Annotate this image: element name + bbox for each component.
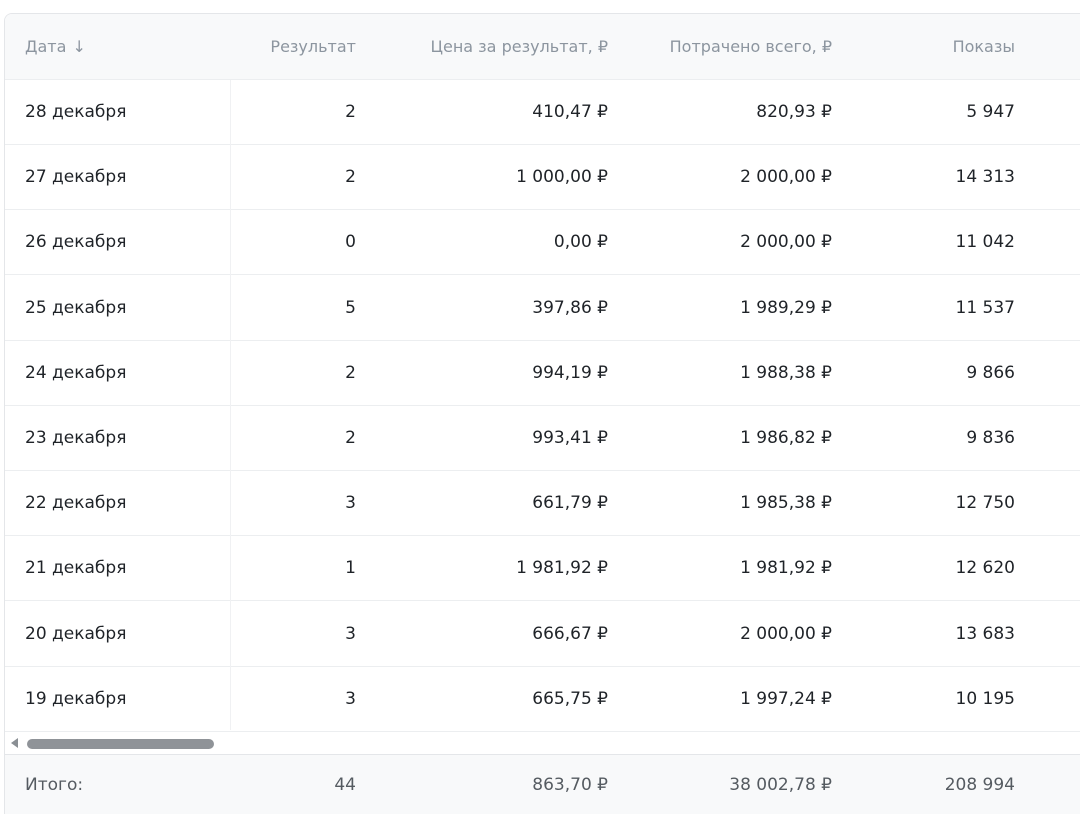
cell-shows: 5 947 [966,102,1015,122]
cell-shows: 11 537 [955,297,1015,318]
cell-result: 3 [345,493,356,514]
cell-shows: 10 195 [955,688,1015,709]
totals-result: 44 [334,775,356,795]
cell-price: 994,19 ₽ [532,362,608,383]
scroll-thumb[interactable] [27,739,214,749]
column-header-price[interactable]: Цена за результат, ₽ [431,14,608,79]
cell-result: 2 [345,428,356,448]
column-header-spent[interactable]: Потрачено всего, ₽ [670,14,832,79]
stats-table: Дата ↓ Результат Цена за результат, ₽ По… [4,13,1080,814]
cell-date: 24 декабря [25,362,127,383]
totals-label: Итого: [25,775,84,795]
table-row: 28 декабря 2 410,47 ₽ 820,93 ₽ 5 947 [5,80,1080,145]
cell-spent: 820,93 ₽ [756,102,832,122]
cell-result: 2 [345,362,356,383]
cell-date: 26 декабря [25,232,127,253]
cell-price: 1 000,00 ₽ [516,167,608,188]
cell-shows: 12 750 [955,493,1015,514]
cell-shows: 9 866 [966,362,1015,383]
table-row: 20 декабря 3 666,67 ₽ 2 000,00 ₽ 13 683 [5,602,1080,667]
cell-price: 665,75 ₽ [532,688,608,709]
cell-date: 19 декабря [25,688,127,709]
cell-date: 25 декабря [25,297,127,318]
cell-result: 5 [345,297,356,318]
cell-date: 27 декабря [25,167,127,188]
cell-spent: 2 000,00 ₽ [740,232,832,253]
table-row: 23 декабря 2 993,41 ₽ 1 986,82 ₽ 9 836 [5,406,1080,471]
cell-result: 1 [345,558,356,579]
cell-result: 3 [345,688,356,709]
cell-price: 1 981,92 ₽ [516,558,608,579]
cell-spent: 1 988,38 ₽ [740,362,832,383]
cell-result: 0 [345,232,356,253]
table-row: 25 декабря 5 397,86 ₽ 1 989,29 ₽ 11 537 [5,276,1080,341]
arrow-down-icon: ↓ [72,37,86,56]
cell-price: 666,67 ₽ [532,623,608,644]
cell-date: 21 декабря [25,558,127,579]
column-header-date[interactable]: Дата ↓ [25,14,86,79]
cell-result: 2 [345,167,356,188]
cell-price: 410,47 ₽ [532,102,608,122]
cell-spent: 2 000,00 ₽ [740,623,832,644]
cell-date: 23 декабря [25,428,127,448]
cell-price: 661,79 ₽ [532,493,608,514]
cell-spent: 1 997,24 ₽ [740,688,832,709]
cell-spent: 1 985,38 ₽ [740,493,832,514]
column-header-result[interactable]: Результат [270,14,356,79]
table-row: 27 декабря 2 1 000,00 ₽ 2 000,00 ₽ 14 313 [5,145,1080,211]
cell-price: 397,86 ₽ [532,297,608,318]
table-row: 26 декабря 0 0,00 ₽ 2 000,00 ₽ 11 042 [5,210,1080,276]
cell-result: 3 [345,623,356,644]
column-header-shows[interactable]: Показы [953,14,1015,79]
table-row: 22 декабря 3 661,79 ₽ 1 985,38 ₽ 12 750 [5,471,1080,537]
table-header: Дата ↓ Результат Цена за результат, ₽ По… [5,14,1080,80]
table-row: 19 декабря 3 665,75 ₽ 1 997,24 ₽ 10 195 [5,667,1080,732]
cell-spent: 1 981,92 ₽ [740,558,832,579]
triangle-left-icon[interactable] [11,738,18,748]
cell-price: 0,00 ₽ [553,232,608,253]
cell-result: 2 [345,102,356,122]
table-row: 21 декабря 1 1 981,92 ₽ 1 981,92 ₽ 12 620 [5,536,1080,602]
totals-price: 863,70 ₽ [532,775,608,795]
totals-row: Итого: 44 863,70 ₽ 38 002,78 ₽ 208 994 [5,754,1080,814]
column-header-date-label: Дата [25,37,67,56]
cell-shows: 11 042 [955,232,1015,253]
cell-date: 20 декабря [25,623,127,644]
totals-spent: 38 002,78 ₽ [729,775,832,795]
cell-date: 28 декабря [25,102,127,122]
cell-price: 993,41 ₽ [532,428,608,448]
cell-shows: 12 620 [955,558,1015,579]
cell-spent: 1 989,29 ₽ [740,297,832,318]
cell-spent: 2 000,00 ₽ [740,167,832,188]
cell-shows: 13 683 [955,623,1015,644]
sticky-column-divider [230,80,231,730]
horizontal-scrollbar[interactable] [5,732,1080,754]
cell-spent: 1 986,82 ₽ [740,428,832,448]
totals-shows: 208 994 [944,775,1015,795]
cell-shows: 9 836 [966,428,1015,448]
cell-date: 22 декабря [25,493,127,514]
table-row: 24 декабря 2 994,19 ₽ 1 988,38 ₽ 9 866 [5,341,1080,406]
cell-shows: 14 313 [955,167,1015,188]
